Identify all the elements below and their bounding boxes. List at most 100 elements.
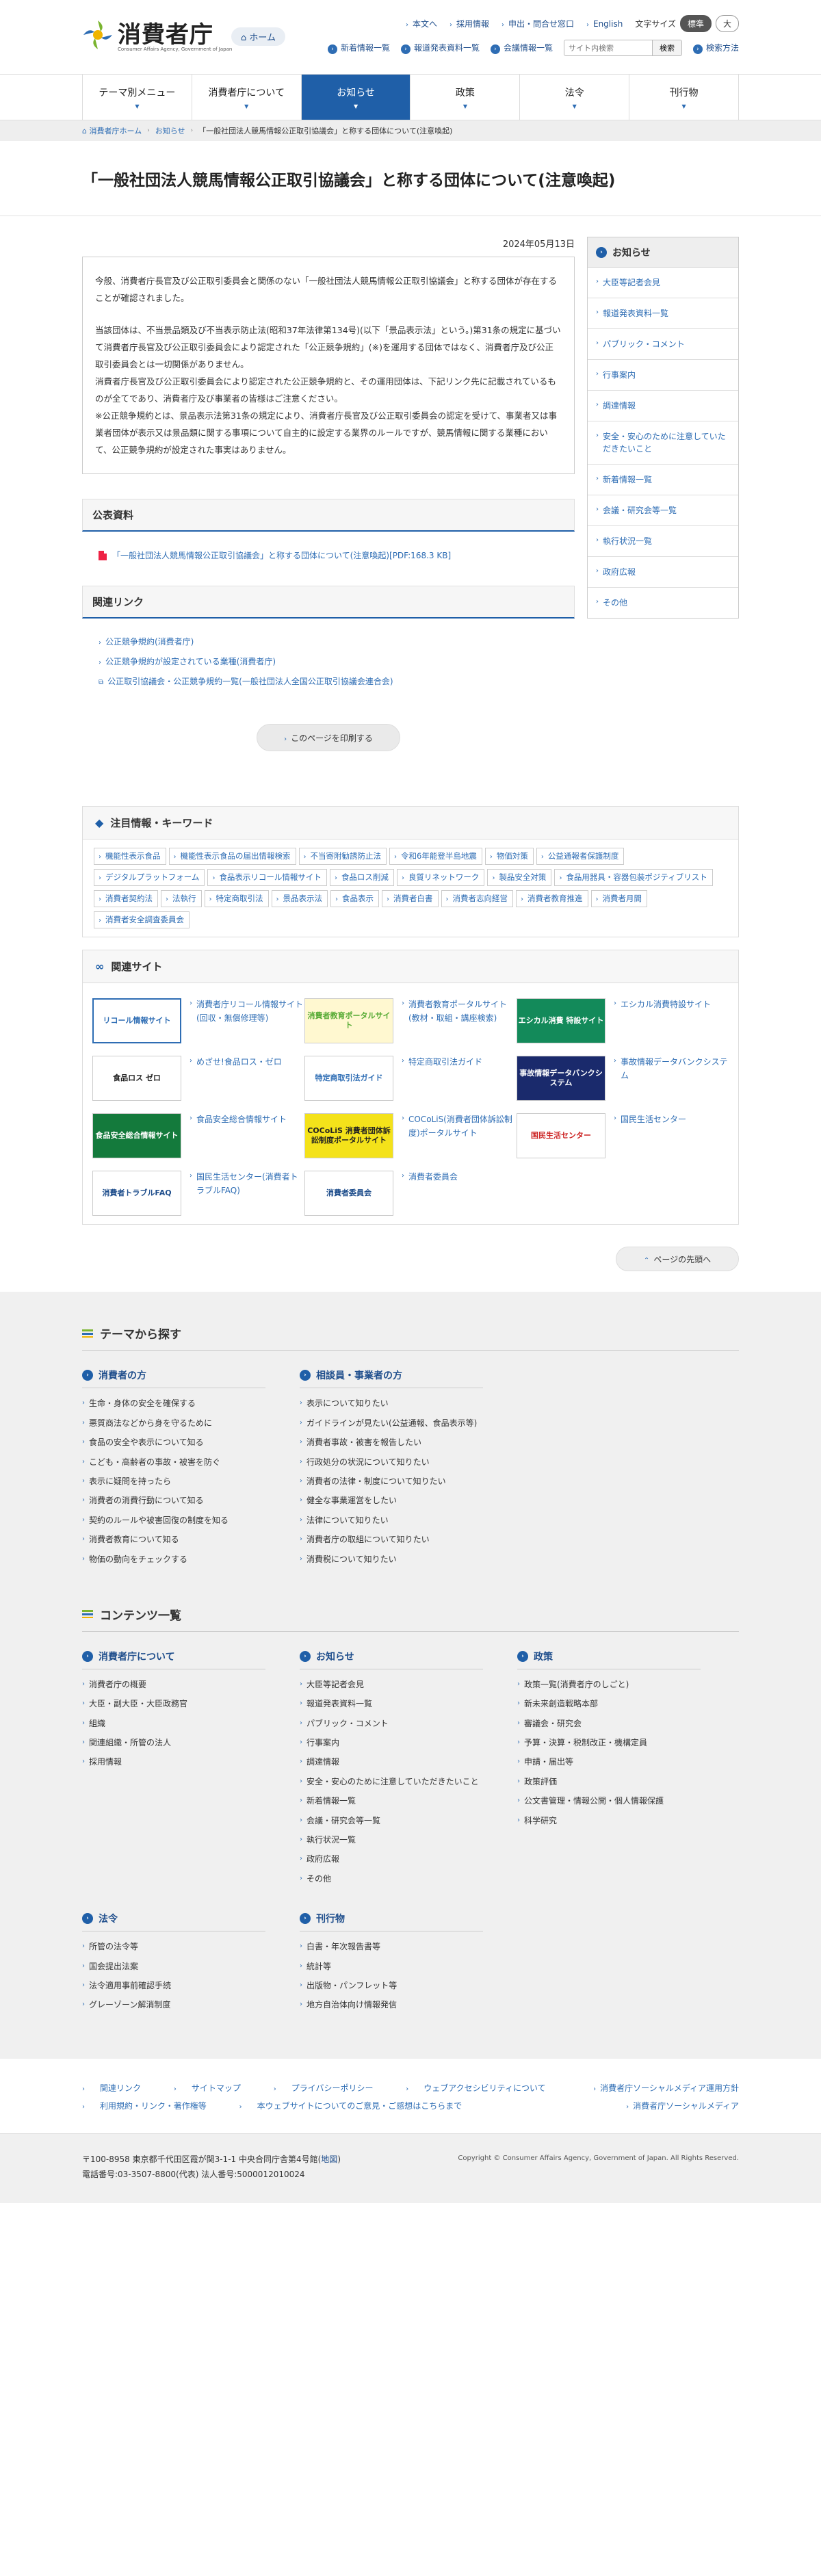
footer-link-social[interactable]: › 消費者庁ソーシャルメディア — [626, 2097, 739, 2115]
footer-column-item[interactable]: › 政策評価 — [517, 1775, 701, 1788]
footer-column-item[interactable]: › 所管の法令等 — [82, 1940, 265, 1953]
footer-column-item[interactable]: › 消費者教育について知る — [82, 1533, 265, 1546]
footer-column-item[interactable]: › 関連組織・所管の法人 — [82, 1736, 265, 1749]
footer-column-item[interactable]: › 法令適用事前確認手続 — [82, 1979, 265, 1992]
footer-column-item[interactable]: › 食品の安全や表示について知る — [82, 1435, 265, 1449]
footer-link-feedback[interactable]: › 本ウェブサイトについてのご意見・ご感想はこちらまで — [239, 2101, 478, 2111]
related-site-item[interactable]: 消費者教育ポータルサイト › 消費者教育ポータルサイト(教材・取組・講座検索) — [304, 998, 517, 1044]
related-site-banner[interactable]: エシカル消費 特設サイト — [517, 998, 605, 1044]
related-site-link[interactable]: › めざせ!食品ロス・ゼロ — [190, 1056, 282, 1069]
footer-column-item[interactable]: › 予算・決算・税制改正・機構定員 — [517, 1736, 701, 1749]
footer-column-item[interactable]: › グレーゾーン解消制度 — [82, 1998, 265, 2012]
related-site-banner[interactable]: 消費者トラブルFAQ — [92, 1171, 181, 1217]
gnav-policy[interactable]: 政策 ▼ — [410, 75, 519, 120]
footer-column-item[interactable]: › 行事案内 — [300, 1736, 483, 1749]
breadcrumb-news[interactable]: お知らせ — [155, 125, 185, 136]
footer-column-item[interactable]: › 表示に疑問を持ったら — [82, 1474, 265, 1488]
footer-column-item[interactable]: › 表示について知りたい — [300, 1396, 483, 1410]
sidebar-item[interactable]: › 大臣等記者会見 — [588, 268, 738, 298]
gnav-about[interactable]: 消費者庁について ▼ — [191, 75, 301, 120]
footer-column-item[interactable]: › 大臣・副大臣・大臣政務官 — [82, 1697, 265, 1710]
footer-column-item[interactable]: › 政府広報 — [300, 1852, 483, 1866]
related-site-banner[interactable]: 消費者委員会 — [304, 1171, 393, 1217]
keyword-tag[interactable]: › 不当寄附勧誘防止法 — [298, 848, 387, 866]
keyword-tag[interactable]: › 消費者安全調査委員会 — [94, 911, 190, 929]
footer-column-item[interactable]: › こども・高齢者の事故・被害を防ぐ — [82, 1455, 265, 1469]
sidebar-item[interactable]: › 調達情報 — [588, 391, 738, 421]
footer-column-item[interactable]: › 消費税について知りたい — [300, 1552, 483, 1566]
keyword-tag[interactable]: › 消費者契約法 — [94, 890, 158, 908]
related-site-banner[interactable]: COCoLiS 消費者団体訴訟制度ポータルサイト — [304, 1113, 393, 1159]
footer-column-item[interactable]: › 生命・身体の安全を確保する — [82, 1396, 265, 1410]
keyword-tag[interactable]: › 令和6年能登半島地震 — [389, 848, 482, 866]
keyword-tag[interactable]: › 景品表示法 — [271, 890, 328, 908]
footer-column-item[interactable]: › 審議会・研究会 — [517, 1717, 701, 1730]
related-site-banner[interactable]: 国民生活センター — [517, 1113, 605, 1159]
keyword-tag[interactable]: › 法執行 — [161, 890, 202, 908]
related-site-banner[interactable]: 特定商取引法ガイド — [304, 1056, 393, 1102]
footer-column-item[interactable]: › ガイドラインが見たい(公益通報、食品表示等) — [300, 1416, 483, 1430]
related-site-item[interactable]: COCoLiS 消費者団体訴訟制度ポータルサイト › COCoLiS(消費者団体訴訟… — [304, 1113, 517, 1159]
footer-column-item[interactable]: › 消費者の法律・制度について知りたい — [300, 1474, 483, 1488]
footer-column-item[interactable]: › 出版物・パンフレット等 — [300, 1979, 483, 1992]
related-site-link[interactable]: › 国民生活センター(消費者トラブルFAQ) — [190, 1171, 304, 1197]
footer-column-item[interactable]: › 報道発表資料一覧 — [300, 1697, 483, 1710]
footer-column-item[interactable]: › 消費者庁の取組について知りたい — [300, 1533, 483, 1546]
keyword-tag[interactable]: › 良質リネットワーク — [396, 869, 485, 887]
related-site-item[interactable]: エシカル消費 特設サイト › エシカル消費特設サイト — [517, 998, 729, 1044]
breadcrumb-home[interactable]: ⌂ 消費者庁ホーム — [82, 125, 142, 136]
keyword-tag[interactable]: › 消費者志向経営 — [441, 890, 513, 908]
footer-link-social-policy[interactable]: › 消費者庁ソーシャルメディア運用方針 — [593, 2079, 739, 2097]
related-site-item[interactable]: 消費者委員会 › 消費者委員会 — [304, 1171, 517, 1217]
related-site-banner[interactable]: リコール情報サイト — [92, 998, 181, 1044]
footer-column-item[interactable]: › 執行状況一覧 — [300, 1833, 483, 1847]
sidebar-item[interactable]: › パブリック・コメント — [588, 329, 738, 360]
footer-column-item[interactable]: › 科学研究 — [517, 1814, 701, 1827]
sidebar-item[interactable]: › 安全・安心のために注意していただきたいこと — [588, 421, 738, 465]
footer-column-item[interactable]: › 申請・届出等 — [517, 1755, 701, 1769]
related-link[interactable]: › 公正競争規約(消費者庁) — [99, 632, 575, 652]
footer-column-item[interactable]: › 国会提出法案 — [82, 1960, 265, 1973]
footer-column-item[interactable]: › 組織 — [82, 1717, 265, 1730]
related-site-link[interactable]: › 国民生活センター — [614, 1113, 686, 1126]
footer-column-item[interactable]: › 契約のルールや被害回復の制度を知る — [82, 1513, 265, 1527]
keyword-tag[interactable]: › 公益通報者保護制度 — [536, 848, 625, 866]
sidebar-item[interactable]: › 行事案内 — [588, 360, 738, 391]
keyword-tag[interactable]: › 製品安全対策 — [487, 869, 552, 887]
related-site-link[interactable]: › 食品安全総合情報サイト — [190, 1113, 287, 1126]
related-site-item[interactable]: リコール情報サイト › 消費者庁リコール情報サイト(回収・無償修理等) — [92, 998, 304, 1044]
related-site-item[interactable]: 消費者トラブルFAQ › 国民生活センター(消費者トラブルFAQ) — [92, 1171, 304, 1217]
related-site-link[interactable]: › エシカル消費特設サイト — [614, 998, 711, 1011]
related-link[interactable]: ⧉ 公正取引協議会・公正競争規約一覧(一般社団法人全国公正取引協議会連合会) — [99, 672, 575, 692]
footer-column-item[interactable]: › 安全・安心のために注意していただきたいこと — [300, 1775, 483, 1788]
footer-column-item[interactable]: › 会議・研究会等一覧 — [300, 1814, 483, 1827]
footer-column-item[interactable]: › 大臣等記者会見 — [300, 1678, 483, 1691]
related-site-link[interactable]: › 事故情報データバンクシステム — [614, 1056, 729, 1082]
map-link[interactable]: 地図 — [321, 2155, 337, 2164]
footer-column-item[interactable]: › パブリック・コメント — [300, 1717, 483, 1730]
keyword-tag[interactable]: › 物価対策 — [484, 848, 534, 866]
footer-column-item[interactable]: › 採用情報 — [82, 1755, 265, 1769]
footer-column-title[interactable]: › 消費者庁について — [82, 1650, 265, 1669]
footer-column-item[interactable]: › 消費者庁の概要 — [82, 1678, 265, 1691]
related-site-banner[interactable]: 消費者教育ポータルサイト — [304, 998, 393, 1044]
footer-column-title[interactable]: › 法令 — [82, 1912, 265, 1932]
gnav-news[interactable]: お知らせ ▼ — [300, 75, 410, 120]
footer-column-title[interactable]: › 相談員・事業者の方 — [300, 1368, 483, 1389]
footer-column-item[interactable]: › 地方自治体向け情報発信 — [300, 1998, 483, 2012]
pdf-document-link[interactable]: 「一般社団法人競馬情報公正取引協議会」と称する団体について(注意喚起)[PDF:… — [99, 549, 575, 561]
search-input[interactable] — [563, 40, 653, 56]
font-size-standard-button[interactable]: 標準 — [679, 15, 712, 32]
press-release-link[interactable]: › 報道発表資料一覧 — [400, 42, 480, 54]
footer-column-item[interactable]: › 新着情報一覧 — [300, 1794, 483, 1808]
page-top-button[interactable]: ⌃ ページの先頭へ — [616, 1247, 739, 1272]
gnav-publications[interactable]: 刊行物 ▼ — [629, 75, 739, 120]
util-link-skip[interactable]: › 本文へ — [406, 18, 437, 29]
keyword-tag[interactable]: › 消費者教育推進 — [516, 890, 588, 908]
footer-link-privacy[interactable]: › プライバシーポリシー — [274, 2083, 389, 2093]
footer-column-item[interactable]: › その他 — [300, 1872, 483, 1886]
related-site-banner[interactable]: 食品ロス ゼロ — [92, 1056, 181, 1102]
related-site-item[interactable]: 特定商取引法ガイド › 特定商取引法ガイド — [304, 1056, 517, 1102]
keyword-tag[interactable]: › デジタルプラットフォーム — [94, 869, 205, 887]
keyword-tag[interactable]: › 食品用器具・容器包装ポジティブリスト — [554, 869, 713, 887]
